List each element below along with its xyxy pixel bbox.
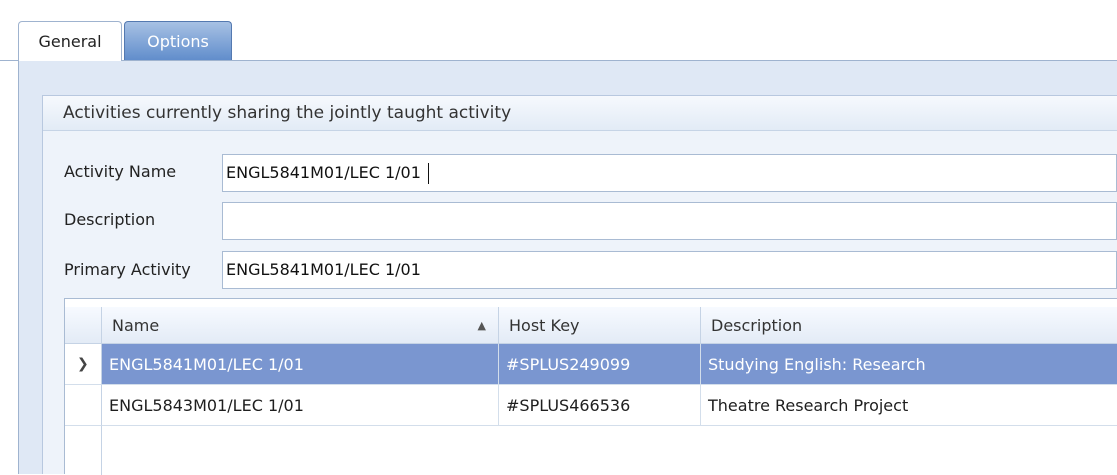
- tab-general[interactable]: General: [18, 21, 122, 61]
- primary-activity-input[interactable]: ENGL5841M01/LEC 1/01: [222, 251, 1117, 289]
- current-row-arrow-icon: ❯: [77, 356, 89, 372]
- sort-ascending-icon: ▲: [477, 319, 486, 332]
- cell-description[interactable]: Studying English: Research: [701, 344, 1117, 385]
- column-header-name-label: Name: [112, 316, 160, 335]
- activity-name-label: Activity Name: [64, 162, 177, 181]
- cell-description[interactable]: Theatre Research Project: [701, 385, 1117, 426]
- group-title: Activities currently sharing the jointly…: [43, 96, 1117, 131]
- tab-options[interactable]: Options: [124, 21, 232, 61]
- cell-name[interactable]: ENGL5841M01/LEC 1/01: [102, 344, 499, 385]
- tab-strip: General Options: [0, 12, 1117, 61]
- column-header-host-key[interactable]: Host Key: [499, 307, 701, 344]
- cell-name[interactable]: ENGL5843M01/LEC 1/01: [102, 385, 499, 426]
- row-indicator-empty: [65, 426, 102, 475]
- column-header-host-key-label: Host Key: [509, 316, 580, 335]
- cell-host-key[interactable]: #SPLUS466536: [499, 385, 701, 426]
- column-header-description-label: Description: [711, 316, 803, 335]
- cell-host-key[interactable]: #SPLUS249099: [499, 344, 701, 385]
- activity-name-input[interactable]: ENGL5841M01/LEC 1/01: [222, 154, 1117, 192]
- column-header-description[interactable]: Description: [701, 307, 1117, 344]
- primary-activity-label: Primary Activity: [64, 260, 191, 279]
- primary-activity-value: ENGL5841M01/LEC 1/01: [226, 260, 421, 279]
- row-indicator-header: [65, 307, 102, 344]
- activities-grid[interactable]: Name ▲ Host Key Description ❯ ENGL5841M0…: [64, 298, 1117, 475]
- column-header-name[interactable]: Name ▲: [102, 307, 499, 344]
- activity-name-value: ENGL5841M01/LEC 1/01: [226, 163, 421, 182]
- description-label: Description: [64, 210, 156, 229]
- row-indicator[interactable]: ❯: [65, 344, 102, 385]
- row-indicator[interactable]: [65, 385, 102, 426]
- clipped-header-text: [0, 0, 1117, 12]
- description-input[interactable]: [222, 202, 1117, 240]
